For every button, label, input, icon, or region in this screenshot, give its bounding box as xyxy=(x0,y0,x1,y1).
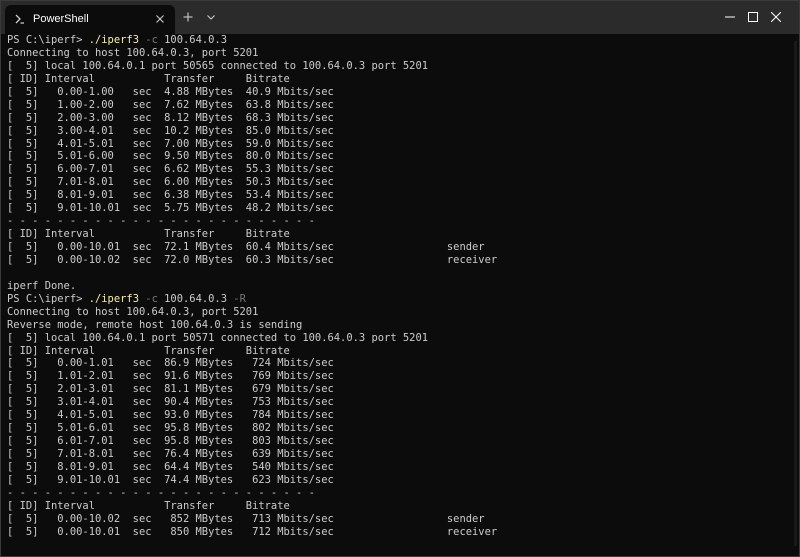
output-text: [ ID] Interval Transfer Bitrate xyxy=(7,499,290,512)
terminal-line: [ 5] 0.00-1.01 sec 86.9 MBytes 724 Mbits… xyxy=(7,357,787,370)
terminal-line: [ 5] local 100.64.0.1 port 50571 connect… xyxy=(7,332,787,345)
terminal-line: [ 5] 0.00-10.02 sec 72.0 MBytes 60.3 Mbi… xyxy=(7,254,787,267)
terminal-line: [ 5] local 100.64.0.1 port 50565 connect… xyxy=(7,60,787,73)
command-text: ./iperf3 xyxy=(88,34,139,46)
output-text: [ 5] 8.01-9.01 sec 6.38 MBytes 53.4 Mbit… xyxy=(7,189,334,202)
terminal-line: [ 5] 1.00-2.00 sec 7.62 MBytes 63.8 Mbit… xyxy=(7,99,787,112)
chevron-down-icon[interactable] xyxy=(204,10,218,24)
output-text: [ 5] 3.01-4.01 sec 90.4 MBytes 753 Mbits… xyxy=(7,396,334,409)
terminal-line: [ 5] 3.01-4.01 sec 90.4 MBytes 753 Mbits… xyxy=(7,396,787,409)
output-text: Connecting to host 100.64.0.3, port 5201 xyxy=(7,46,259,59)
output-text: [ 5] local 100.64.0.1 port 50571 connect… xyxy=(7,331,429,344)
output-text: [ 5] 8.01-9.01 sec 64.4 MBytes 540 Mbits… xyxy=(7,460,334,473)
terminal-line: [ ID] Interval Transfer Bitrate xyxy=(7,500,787,513)
scrollbar[interactable] xyxy=(794,41,797,546)
output-text: [ 5] 6.00-7.01 sec 6.62 MBytes 55.3 Mbit… xyxy=(7,163,334,176)
terminal-line: [ 5] 4.01-5.01 sec 93.0 MBytes 784 Mbits… xyxy=(7,409,787,422)
new-tab-icon[interactable] xyxy=(181,10,195,24)
output-text: iperf Done. xyxy=(7,279,77,292)
output-text: [ 5] 5.01-6.00 sec 9.50 MBytes 80.0 Mbit… xyxy=(7,150,334,163)
terminal-line: [ 5] 8.01-9.01 sec 64.4 MBytes 540 Mbits… xyxy=(7,461,787,474)
terminal-window: PowerShell PS C:\iperf> ./iperf3 -c 100.… xyxy=(0,0,800,557)
output-text: [ ID] Interval Transfer Bitrate xyxy=(7,228,290,241)
terminal-output[interactable]: PS C:\iperf> ./iperf3 -c 100.64.0.3 Conne… xyxy=(7,34,787,554)
output-text: [ 5] 0.00-10.01 sec 850 MBytes 712 Mbits… xyxy=(7,525,498,538)
output-text: [ 5] 2.01-3.01 sec 81.1 MBytes 679 Mbits… xyxy=(7,383,334,396)
output-text: 100.64.0.3 xyxy=(157,292,234,305)
close-button[interactable] xyxy=(753,1,799,34)
terminal-line: [ 5] 3.00-4.01 sec 10.2 MBytes 85.0 Mbit… xyxy=(7,125,787,138)
terminal-line: [ 5] 9.01-10.01 sec 74.4 MBytes 623 Mbit… xyxy=(7,474,787,487)
output-text: [ 5] 1.01-2.01 sec 91.6 MBytes 769 Mbits… xyxy=(7,370,334,383)
output-text: [ 5] 1.00-2.00 sec 7.62 MBytes 63.8 Mbit… xyxy=(7,98,334,111)
terminal-line: Connecting to host 100.64.0.3, port 5201 xyxy=(7,306,787,319)
parameter-text: -c xyxy=(145,292,158,305)
terminal-line: [ ID] Interval Transfer Bitrate xyxy=(7,73,787,86)
command-text: ./iperf3 xyxy=(88,292,139,305)
output-text: - - - - - - - - - - - - - - - - - - - - … xyxy=(7,215,315,228)
output-text: [ 5] 0.00-10.01 sec 72.1 MBytes 60.4 Mbi… xyxy=(7,241,485,253)
output-text: [ 5] 9.01-10.01 sec 74.4 MBytes 623 Mbit… xyxy=(7,473,334,486)
terminal-line: [ 5] 7.01-8.01 sec 6.00 MBytes 50.3 Mbit… xyxy=(7,176,787,189)
parameter-text: -c xyxy=(145,34,158,46)
parameter-text: -R xyxy=(233,292,246,305)
output-text: [ 5] 0.00-1.01 sec 86.9 MBytes 724 Mbits… xyxy=(7,357,334,370)
terminal-line: PS C:\iperf> ./iperf3 -c 100.64.0.3 xyxy=(7,34,787,47)
terminal-line: [ 5] 0.00-10.01 sec 72.1 MBytes 60.4 Mbi… xyxy=(7,241,787,254)
terminal-line: [ 5] 1.01-2.01 sec 91.6 MBytes 769 Mbits… xyxy=(7,370,787,383)
terminal-line: [ 5] 7.01-8.01 sec 76.4 MBytes 639 Mbits… xyxy=(7,448,787,461)
output-text: PS C:\iperf> xyxy=(7,34,89,46)
output-text: [ 5] 0.00-10.02 sec 72.0 MBytes 60.3 Mbi… xyxy=(7,253,498,266)
tab-title: PowerShell xyxy=(33,13,89,25)
close-tab-icon[interactable] xyxy=(153,12,167,26)
output-text: [ ID] Interval Transfer Bitrate xyxy=(7,72,290,85)
output-text: [ 5] 4.01-5.01 sec 7.00 MBytes 59.0 Mbit… xyxy=(7,137,334,150)
terminal-line: [ 5] 0.00-1.00 sec 4.88 MBytes 40.9 Mbit… xyxy=(7,86,787,99)
terminal-line: [ 5] 6.00-7.01 sec 6.62 MBytes 55.3 Mbit… xyxy=(7,163,787,176)
terminal-line: PS C:\iperf> ./iperf3 -c 100.64.0.3 -R xyxy=(7,293,787,306)
output-text: [ 5] 6.01-7.01 sec 95.8 MBytes 803 Mbits… xyxy=(7,435,334,448)
output-text: [ 5] 5.01-6.01 sec 95.8 MBytes 802 Mbits… xyxy=(7,422,334,435)
terminal-line: [ ID] Interval Transfer Bitrate xyxy=(7,228,787,241)
terminal-line: [ 5] 5.01-6.01 sec 95.8 MBytes 802 Mbits… xyxy=(7,422,787,435)
terminal-line: - - - - - - - - - - - - - - - - - - - - … xyxy=(7,487,787,500)
terminal-line: [ 5] 8.01-9.01 sec 6.38 MBytes 53.4 Mbit… xyxy=(7,189,787,202)
output-text: [ 5] 7.01-8.01 sec 76.4 MBytes 639 Mbits… xyxy=(7,448,334,460)
terminal-line: [ 5] 2.01-3.01 sec 81.1 MBytes 679 Mbits… xyxy=(7,383,787,396)
output-text: [ 5] 3.00-4.01 sec 10.2 MBytes 85.0 Mbit… xyxy=(7,124,334,137)
terminal-line: [ 5] 5.01-6.00 sec 9.50 MBytes 80.0 Mbit… xyxy=(7,150,787,163)
terminal-line: [ 5] 6.01-7.01 sec 95.8 MBytes 803 Mbits… xyxy=(7,435,787,448)
terminal-line: [ 5] 0.00-10.01 sec 850 MBytes 712 Mbits… xyxy=(7,526,787,539)
output-text: PS C:\iperf> xyxy=(7,292,89,305)
terminal-line: iperf Done. xyxy=(7,280,787,293)
output-text: [ ID] Interval Transfer Bitrate xyxy=(7,344,290,357)
terminal-line: [ ID] Interval Transfer Bitrate xyxy=(7,345,787,358)
terminal-line: [ 5] 4.01-5.01 sec 7.00 MBytes 59.0 Mbit… xyxy=(7,138,787,151)
terminal-line: Connecting to host 100.64.0.3, port 5201 xyxy=(7,47,787,60)
output-text: Connecting to host 100.64.0.3, port 5201 xyxy=(7,305,259,318)
output-text: [ 5] 4.01-5.01 sec 93.0 MBytes 784 Mbits… xyxy=(7,409,334,422)
terminal-line: [ 5] 0.00-10.02 sec 852 MBytes 713 Mbits… xyxy=(7,513,787,526)
output-text: [ 5] 9.01-10.01 sec 5.75 MBytes 48.2 Mbi… xyxy=(7,202,334,215)
output-text: 100.64.0.3 xyxy=(157,34,227,46)
title-bar[interactable]: PowerShell xyxy=(1,1,799,34)
output-text: [ 5] 7.01-8.01 sec 6.00 MBytes 50.3 Mbit… xyxy=(7,176,334,189)
output-text: [ 5] local 100.64.0.1 port 50565 connect… xyxy=(7,59,429,72)
output-text: - - - - - - - - - - - - - - - - - - - - … xyxy=(7,486,315,499)
output-text: [ 5] 0.00-1.00 sec 4.88 MBytes 40.9 Mbit… xyxy=(7,85,334,98)
output-text: [ 5] 0.00-10.02 sec 852 MBytes 713 Mbits… xyxy=(7,512,485,525)
terminal-line: - - - - - - - - - - - - - - - - - - - - … xyxy=(7,215,787,228)
terminal-line: [ 5] 9.01-10.01 sec 5.75 MBytes 48.2 Mbi… xyxy=(7,202,787,215)
terminal-line: Reverse mode, remote host 100.64.0.3 is … xyxy=(7,319,787,332)
output-text: Reverse mode, remote host 100.64.0.3 is … xyxy=(7,318,303,331)
powershell-icon xyxy=(15,14,24,24)
close-icon xyxy=(771,12,781,22)
output-text: [ 5] 2.00-3.00 sec 8.12 MBytes 68.3 Mbit… xyxy=(7,111,334,124)
tab-powershell[interactable]: PowerShell xyxy=(5,5,175,34)
terminal-line: [ 5] 2.00-3.00 sec 8.12 MBytes 68.3 Mbit… xyxy=(7,112,787,125)
